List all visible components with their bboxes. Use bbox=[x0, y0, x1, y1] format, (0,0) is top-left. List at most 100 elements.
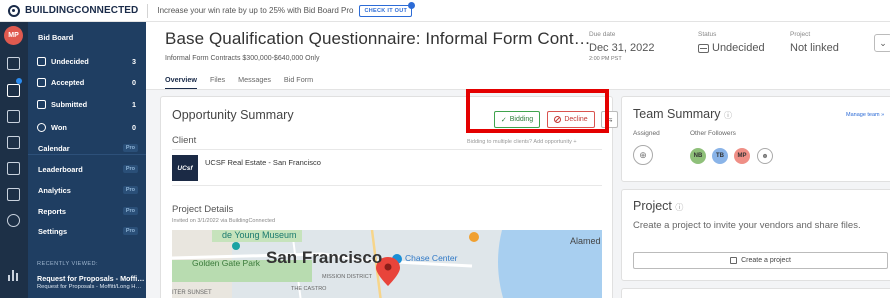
partial-card bbox=[621, 288, 890, 298]
map-graphic: de Young Museum San Francisco Golden Gat… bbox=[172, 230, 602, 298]
add-assignee-icon[interactable]: ⊕ bbox=[633, 145, 653, 165]
map-label-alameda: Alamed bbox=[570, 236, 601, 246]
page-subtitle: Informal Form Contracts $300,000-$640,00… bbox=[165, 55, 320, 62]
notification-badge bbox=[16, 78, 22, 84]
sidebar-item-label: Accepted bbox=[51, 77, 85, 87]
sidebar-item-label: Leaderboard bbox=[38, 164, 83, 174]
sidebar-item-count: 1 bbox=[132, 99, 136, 109]
brand-logo[interactable]: BUILDINGCONNECTED bbox=[0, 0, 138, 22]
sidebar-item-accepted[interactable]: Accepted 0 bbox=[28, 73, 146, 91]
sidebar-item-label: Bid Board bbox=[38, 32, 74, 42]
sidebar-item-won[interactable]: Won 0 bbox=[28, 118, 146, 136]
user-avatar[interactable]: MP bbox=[4, 26, 23, 45]
card-title: Project ⓘ bbox=[633, 199, 683, 213]
follower-avatar[interactable]: MP bbox=[734, 148, 750, 164]
inbox-icon bbox=[698, 43, 709, 53]
tab-bar: Overview Files Messages Bid Form bbox=[165, 75, 313, 89]
check-box-icon bbox=[37, 77, 46, 87]
follower-avatar[interactable]: NB bbox=[690, 148, 706, 164]
recently-viewed-heading: RECENTLY VIEWED: bbox=[37, 261, 98, 267]
sidebar-item-label: Analytics bbox=[38, 185, 71, 195]
location-map[interactable]: de Young Museum San Francisco Golden Gat… bbox=[172, 230, 602, 298]
project-label: Project bbox=[790, 31, 811, 38]
check-it-out-label: CHECK IT OUT bbox=[364, 7, 408, 14]
tab-bid-form[interactable]: Bid Form bbox=[284, 75, 313, 89]
sidebar-item-label: Won bbox=[51, 122, 67, 132]
analytics-icon[interactable] bbox=[8, 270, 18, 281]
divider bbox=[147, 3, 149, 18]
map-label-chase-center: Chase Center bbox=[405, 253, 458, 263]
document-icon[interactable] bbox=[7, 110, 20, 123]
sidebar-item-submitted[interactable]: Submitted 1 bbox=[28, 95, 146, 113]
map-label-mission: MISSION DISTRICT bbox=[322, 274, 373, 280]
project-details-label: Project Details bbox=[172, 204, 234, 215]
sidebar-item-count: 3 bbox=[132, 56, 136, 66]
highlight-box bbox=[466, 89, 609, 133]
due-date-value: Dec 31, 2022 bbox=[589, 42, 655, 54]
clock-icon[interactable] bbox=[7, 214, 20, 227]
map-label-museum: de Young Museum bbox=[222, 230, 297, 240]
sidebar-item-settings[interactable]: Settings Pro bbox=[28, 222, 146, 240]
document-icon bbox=[37, 99, 46, 109]
pro-badge: Pro bbox=[122, 186, 138, 194]
info-icon[interactable]: ⓘ bbox=[724, 111, 732, 120]
add-follower-icon[interactable]: ☻ bbox=[757, 148, 773, 164]
people-icon[interactable] bbox=[7, 162, 20, 175]
project-value[interactable]: Not linked bbox=[790, 42, 839, 54]
notification-dot bbox=[408, 1, 416, 9]
sidebar-item-reports[interactable]: Reports Pro bbox=[28, 202, 146, 220]
due-date-field: Due date Dec 31, 2022 2:00 PM PST bbox=[589, 31, 654, 62]
add-opportunity-link[interactable]: Bidding to multiple clients? Add opportu… bbox=[467, 139, 577, 145]
sidebar-nav: Bid Board Undecided 3 Accepted 0 Submitt… bbox=[28, 22, 146, 298]
client-logo: UCsf bbox=[172, 155, 198, 181]
manage-team-link[interactable]: Manage team » bbox=[846, 112, 884, 118]
follower-avatar[interactable]: TB bbox=[712, 148, 728, 164]
top-bar: BUILDINGCONNECTED Increase your win rate… bbox=[0, 0, 890, 22]
project-card: Project ⓘ Create a project to invite you… bbox=[621, 189, 890, 281]
tab-files[interactable]: Files bbox=[210, 75, 225, 89]
export-icon[interactable] bbox=[7, 188, 20, 201]
sidebar-item-count: 0 bbox=[132, 77, 136, 87]
divider bbox=[172, 185, 602, 186]
card-title: Opportunity Summary bbox=[172, 108, 294, 122]
followers-label: Other Followers bbox=[690, 130, 736, 137]
status-label: Status bbox=[698, 31, 717, 38]
tab-messages[interactable]: Messages bbox=[238, 75, 271, 89]
check-it-out-button[interactable]: CHECK IT OUT bbox=[359, 1, 416, 17]
sidebar-item-analytics[interactable]: Analytics Pro bbox=[28, 181, 146, 199]
project-field: Project Not linked bbox=[790, 31, 839, 54]
sidebar-item-undecided[interactable]: Undecided 3 bbox=[28, 52, 146, 70]
sidebar-item-bid-board[interactable]: Bid Board bbox=[28, 28, 146, 46]
create-project-button[interactable]: Create a project bbox=[633, 252, 888, 269]
client-label: Client bbox=[172, 135, 197, 146]
sidebar-item-label: Reports bbox=[38, 206, 66, 216]
status-dropdown[interactable]: Undecided bbox=[698, 42, 765, 54]
buildingconnected-logo-icon bbox=[8, 4, 20, 17]
status-value: Undecided bbox=[712, 42, 765, 54]
transit-marker-icon bbox=[469, 232, 479, 242]
recently-viewed-subtitle[interactable]: Request for Proposals - Moffitt/Long H… bbox=[37, 284, 141, 290]
client-name[interactable]: UCSF Real Estate - San Francisco bbox=[205, 158, 321, 167]
chevron-down-icon[interactable]: ⌄ bbox=[874, 34, 890, 52]
promo-text: Increase your win rate by up to 25% with… bbox=[157, 6, 354, 15]
list-icon[interactable] bbox=[7, 84, 20, 97]
calendar-icon[interactable] bbox=[7, 136, 20, 149]
team-summary-title: Team Summary bbox=[633, 107, 721, 121]
invited-text: Invited on 3/1/2022 via BuildingConnecte… bbox=[172, 218, 276, 224]
museum-marker-icon bbox=[232, 242, 240, 250]
page-title: Base Qualification Questionnaire: Inform… bbox=[165, 29, 591, 48]
sidebar-item-calendar[interactable]: Calendar Pro bbox=[28, 139, 146, 157]
map-label-castro: THE CASTRO bbox=[291, 286, 327, 292]
assigned-label: Assigned bbox=[633, 130, 660, 137]
recently-viewed-title[interactable]: Request for Proposals - Moffi… bbox=[37, 274, 144, 283]
team-summary-card: Team Summary ⓘ Manage team » Assigned Ot… bbox=[621, 96, 890, 182]
info-icon[interactable]: ⓘ bbox=[675, 203, 683, 212]
tab-overview[interactable]: Overview bbox=[165, 75, 197, 89]
sidebar-item-leaderboard[interactable]: Leaderboard Pro bbox=[28, 160, 146, 178]
pro-badge: Pro bbox=[122, 227, 138, 235]
pro-badge: Pro bbox=[122, 165, 138, 173]
building-icon[interactable] bbox=[7, 57, 20, 70]
map-label-city: San Francisco bbox=[266, 248, 382, 267]
pro-badge: Pro bbox=[122, 144, 138, 152]
pro-badge: Pro bbox=[122, 207, 138, 215]
